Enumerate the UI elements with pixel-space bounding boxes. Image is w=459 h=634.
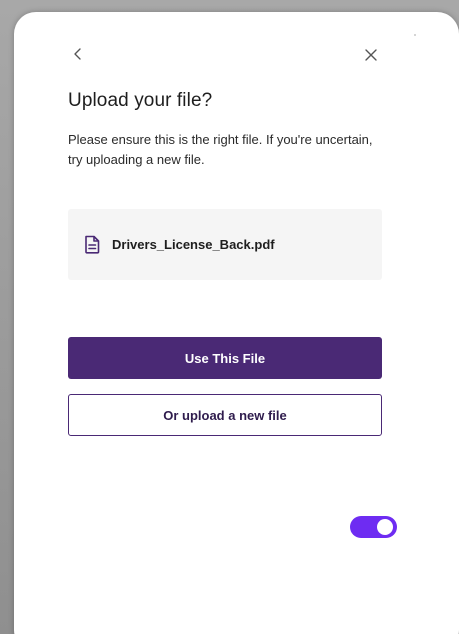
- upload-new-file-button[interactable]: Or upload a new file: [68, 394, 382, 436]
- file-name: Drivers_License_Back.pdf: [112, 237, 275, 252]
- document-icon: [82, 235, 102, 255]
- decorative-dot: [414, 34, 416, 36]
- modal-backdrop: Upload your file? Please ensure this is …: [0, 0, 459, 634]
- use-this-file-button[interactable]: Use This File: [68, 337, 382, 379]
- toggle-switch[interactable]: [350, 516, 397, 538]
- dialog-title: Upload your file?: [68, 90, 213, 111]
- toggle-knob: [377, 519, 393, 535]
- selected-file-card: Drivers_License_Back.pdf: [68, 209, 382, 280]
- back-button[interactable]: [66, 42, 90, 66]
- chevron-left-icon: [74, 48, 81, 60]
- close-button[interactable]: [359, 43, 383, 67]
- close-icon: [365, 49, 377, 61]
- dialog-description: Please ensure this is the right file. If…: [68, 132, 373, 167]
